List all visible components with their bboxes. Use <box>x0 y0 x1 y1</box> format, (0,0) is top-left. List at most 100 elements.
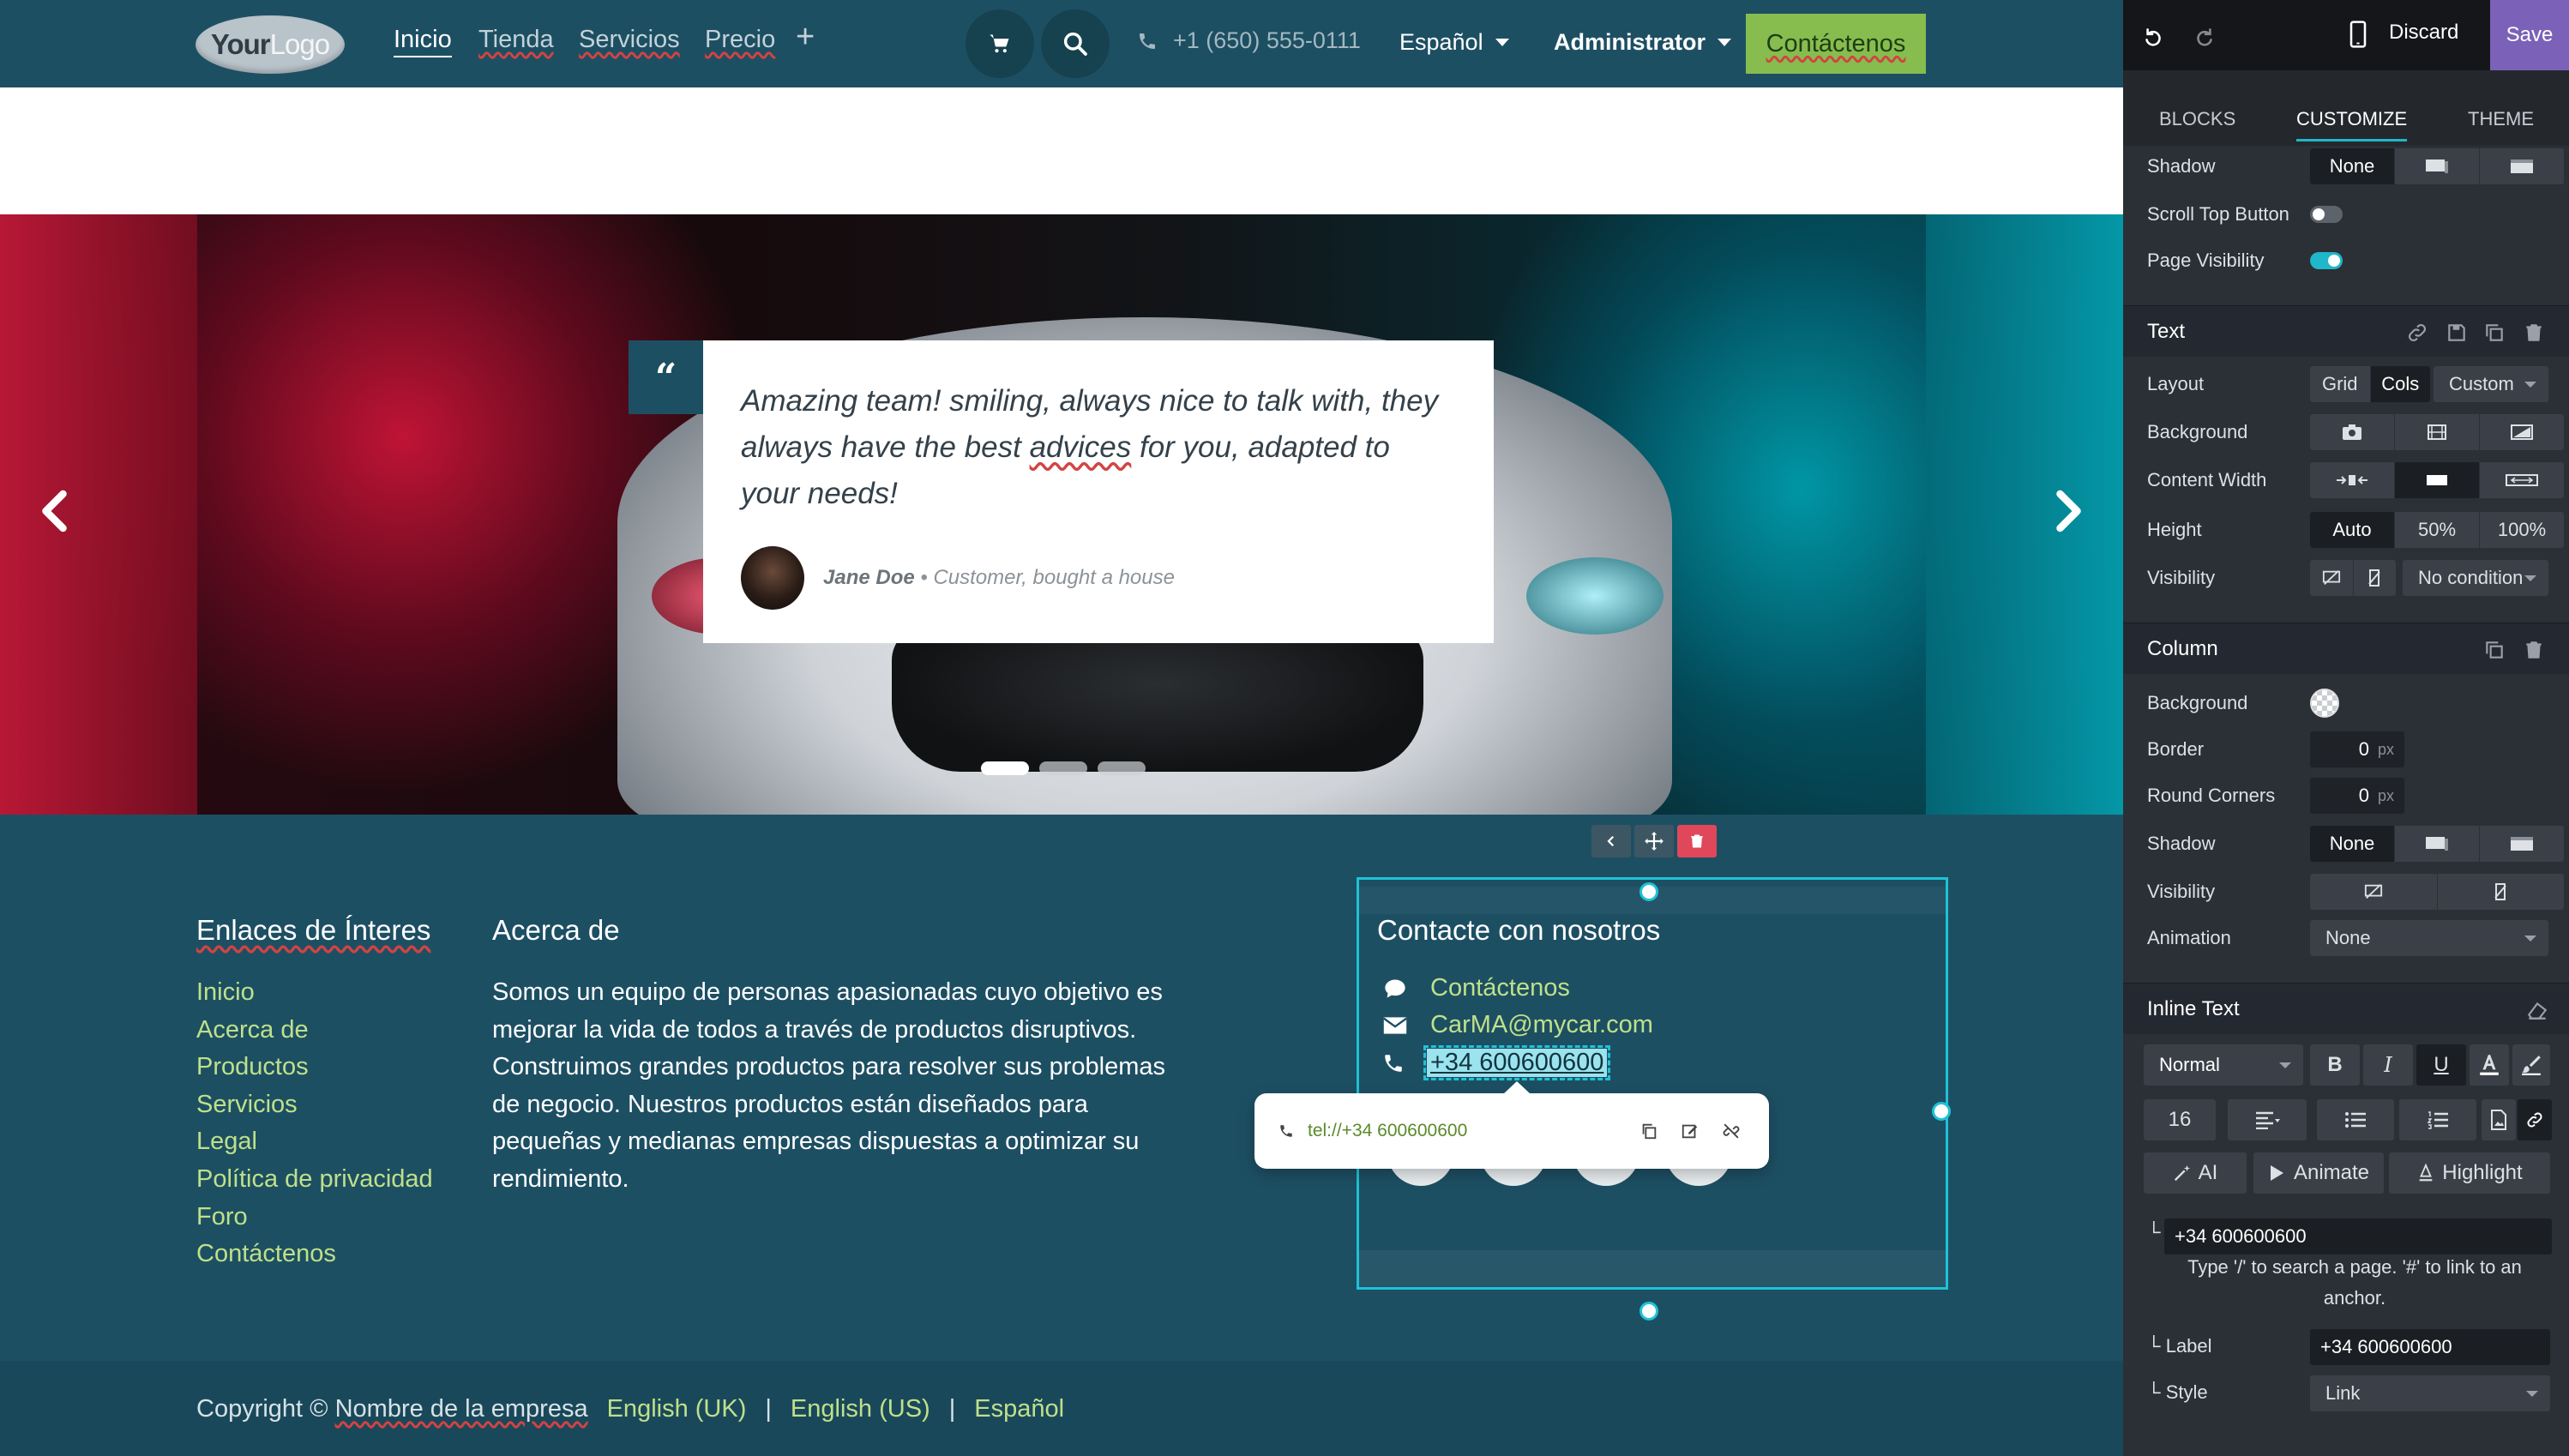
hide-mobile-option[interactable] <box>2354 560 2397 596</box>
link-style-select[interactable]: Link <box>2310 1375 2550 1411</box>
content-width-regular-option[interactable] <box>2395 462 2480 498</box>
layout-grid-option[interactable]: Grid <box>2310 366 2371 402</box>
column-hide-desktop-option[interactable] <box>2310 874 2438 910</box>
site-logo[interactable]: Your Logo <box>196 15 345 74</box>
save-button[interactable]: Save <box>2490 0 2569 70</box>
animation-select[interactable]: None <box>2310 920 2548 956</box>
background-image-option[interactable] <box>2310 414 2395 450</box>
column-shadow-inset-option[interactable] <box>2480 826 2564 862</box>
bold-button[interactable]: B <box>2310 1044 2360 1086</box>
save-icon[interactable] <box>2446 322 2468 344</box>
background-video-option[interactable] <box>2395 414 2480 450</box>
nav-link-precio[interactable]: Precio <box>705 26 775 54</box>
nav-link-tienda[interactable]: Tienda <box>478 26 554 54</box>
shadow-inset-option[interactable] <box>2480 148 2564 184</box>
page-visibility-toggle[interactable] <box>2310 252 2343 269</box>
round-corners-input[interactable]: 0 px <box>2310 778 2404 814</box>
content-width-small-option[interactable] <box>2310 462 2395 498</box>
phone-link-selected[interactable]: +34 600600600 <box>1423 1045 1611 1080</box>
drag-handle-button[interactable] <box>1634 825 1674 857</box>
numbered-list-button[interactable] <box>2399 1099 2476 1140</box>
language-link-en-us[interactable]: English (US) <box>791 1395 930 1423</box>
search-button[interactable] <box>1041 9 1110 78</box>
delete-snippet-button[interactable] <box>1677 825 1717 857</box>
copy-link-button[interactable] <box>1635 1117 1663 1145</box>
chevron-right-icon[interactable] <box>2041 485 2092 537</box>
testimonial-quote[interactable]: Amazing team! smiling, always nice to ta… <box>741 378 1456 517</box>
shadow-none-option[interactable]: None <box>2310 148 2395 184</box>
contact-us-button[interactable]: Contáctenos <box>1746 14 1926 74</box>
tab-customize[interactable]: CUSTOMIZE <box>2296 108 2408 141</box>
duplicate-icon[interactable] <box>2483 639 2506 661</box>
height-auto-option[interactable]: Auto <box>2310 512 2395 548</box>
column-shadow-none-option[interactable]: None <box>2310 826 2395 862</box>
text-color-button[interactable] <box>2470 1044 2509 1086</box>
resize-handle-top[interactable] <box>1639 882 1658 901</box>
bullet-list-button[interactable] <box>2317 1099 2394 1140</box>
popover-url[interactable]: tel://+34 600600600 <box>1308 1121 1621 1141</box>
height-100-option[interactable]: 100% <box>2480 512 2564 548</box>
scroll-top-toggle[interactable] <box>2310 206 2343 223</box>
underline-button[interactable]: U <box>2416 1044 2466 1086</box>
column-shadow-outset-option[interactable] <box>2395 826 2480 862</box>
nav-link-inicio[interactable]: Inicio <box>394 26 452 57</box>
link-button[interactable] <box>2518 1099 2552 1140</box>
paragraph-style-select[interactable]: Normal <box>2144 1044 2303 1086</box>
content-width-full-option[interactable] <box>2480 462 2564 498</box>
contact-link[interactable]: Contáctenos <box>1430 974 1570 1002</box>
redo-button[interactable] <box>2188 19 2223 53</box>
carousel-dot-2[interactable] <box>1039 761 1087 775</box>
nav-link-servicios[interactable]: Servicios <box>579 26 680 54</box>
shadow-outset-option[interactable] <box>2395 148 2480 184</box>
mobile-preview-button[interactable] <box>2349 21 2367 48</box>
hide-desktop-option[interactable] <box>2310 560 2354 596</box>
chevron-left-icon[interactable] <box>31 485 82 537</box>
animate-button[interactable]: Animate <box>2253 1152 2384 1194</box>
remove-link-button[interactable] <box>1718 1117 1745 1145</box>
background-gradient-option[interactable] <box>2480 414 2564 450</box>
email-link[interactable]: CarMA@mycar.com <box>1430 1011 1653 1039</box>
layout-custom-select[interactable]: Custom <box>2434 366 2548 402</box>
eraser-icon[interactable] <box>2526 999 2548 1021</box>
link-label-input[interactable]: +34 600600600 <box>2310 1329 2550 1365</box>
footer-link[interactable]: Legal <box>196 1123 433 1161</box>
link-url-input[interactable]: +34 600600600 <box>2164 1218 2552 1254</box>
footer-link[interactable]: Productos <box>196 1049 433 1086</box>
language-link-es[interactable]: Español <box>974 1395 1064 1423</box>
duplicate-icon[interactable] <box>2483 322 2506 344</box>
resize-handle-bottom[interactable] <box>1639 1302 1658 1321</box>
trash-icon[interactable] <box>2523 322 2545 344</box>
navbar-phone[interactable]: +1 (650) 555-0111 <box>1137 27 1361 54</box>
font-size-input[interactable]: 16 <box>2144 1099 2216 1140</box>
tab-theme[interactable]: THEME <box>2468 108 2534 130</box>
footer-link[interactable]: Foro <box>196 1199 433 1236</box>
edit-link-button[interactable] <box>1676 1117 1704 1145</box>
carousel-dot-3[interactable] <box>1098 761 1146 775</box>
discard-button[interactable]: Discard <box>2389 21 2458 45</box>
footer-about-text[interactable]: Somos un equipo de personas apasionadas … <box>492 974 1178 1199</box>
link-icon[interactable] <box>2406 322 2428 344</box>
layout-cols-option[interactable]: Cols <box>2370 366 2430 402</box>
footer-link[interactable]: Política de privacidad <box>196 1161 433 1199</box>
footer-link[interactable]: Servicios <box>196 1086 433 1124</box>
align-dropdown[interactable] <box>2228 1099 2307 1140</box>
carousel-dot-1[interactable] <box>981 761 1029 775</box>
media-button[interactable] <box>2482 1099 2516 1140</box>
highlight-color-button[interactable] <box>2512 1044 2550 1086</box>
language-dropdown[interactable]: Español <box>1399 29 1509 56</box>
ai-button[interactable]: AI <box>2144 1152 2247 1194</box>
column-hide-mobile-option[interactable] <box>2438 874 2565 910</box>
border-width-input[interactable]: 0 px <box>2310 731 2404 767</box>
cart-button[interactable] <box>966 9 1034 78</box>
trash-icon[interactable] <box>2523 639 2545 661</box>
move-left-button[interactable] <box>1591 825 1631 857</box>
footer-link[interactable]: Acerca de <box>196 1012 433 1050</box>
tab-blocks[interactable]: BLOCKS <box>2159 108 2235 130</box>
height-50-option[interactable]: 50% <box>2395 512 2480 548</box>
resize-handle-right[interactable] <box>1932 1102 1951 1121</box>
column-background-color-picker[interactable] <box>2310 689 2339 718</box>
footer-link[interactable]: Contáctenos <box>196 1236 433 1273</box>
language-link-en-uk[interactable]: English (UK) <box>607 1395 747 1423</box>
user-dropdown[interactable]: Administrator <box>1554 29 1732 56</box>
italic-button[interactable]: I <box>2363 1044 2413 1086</box>
